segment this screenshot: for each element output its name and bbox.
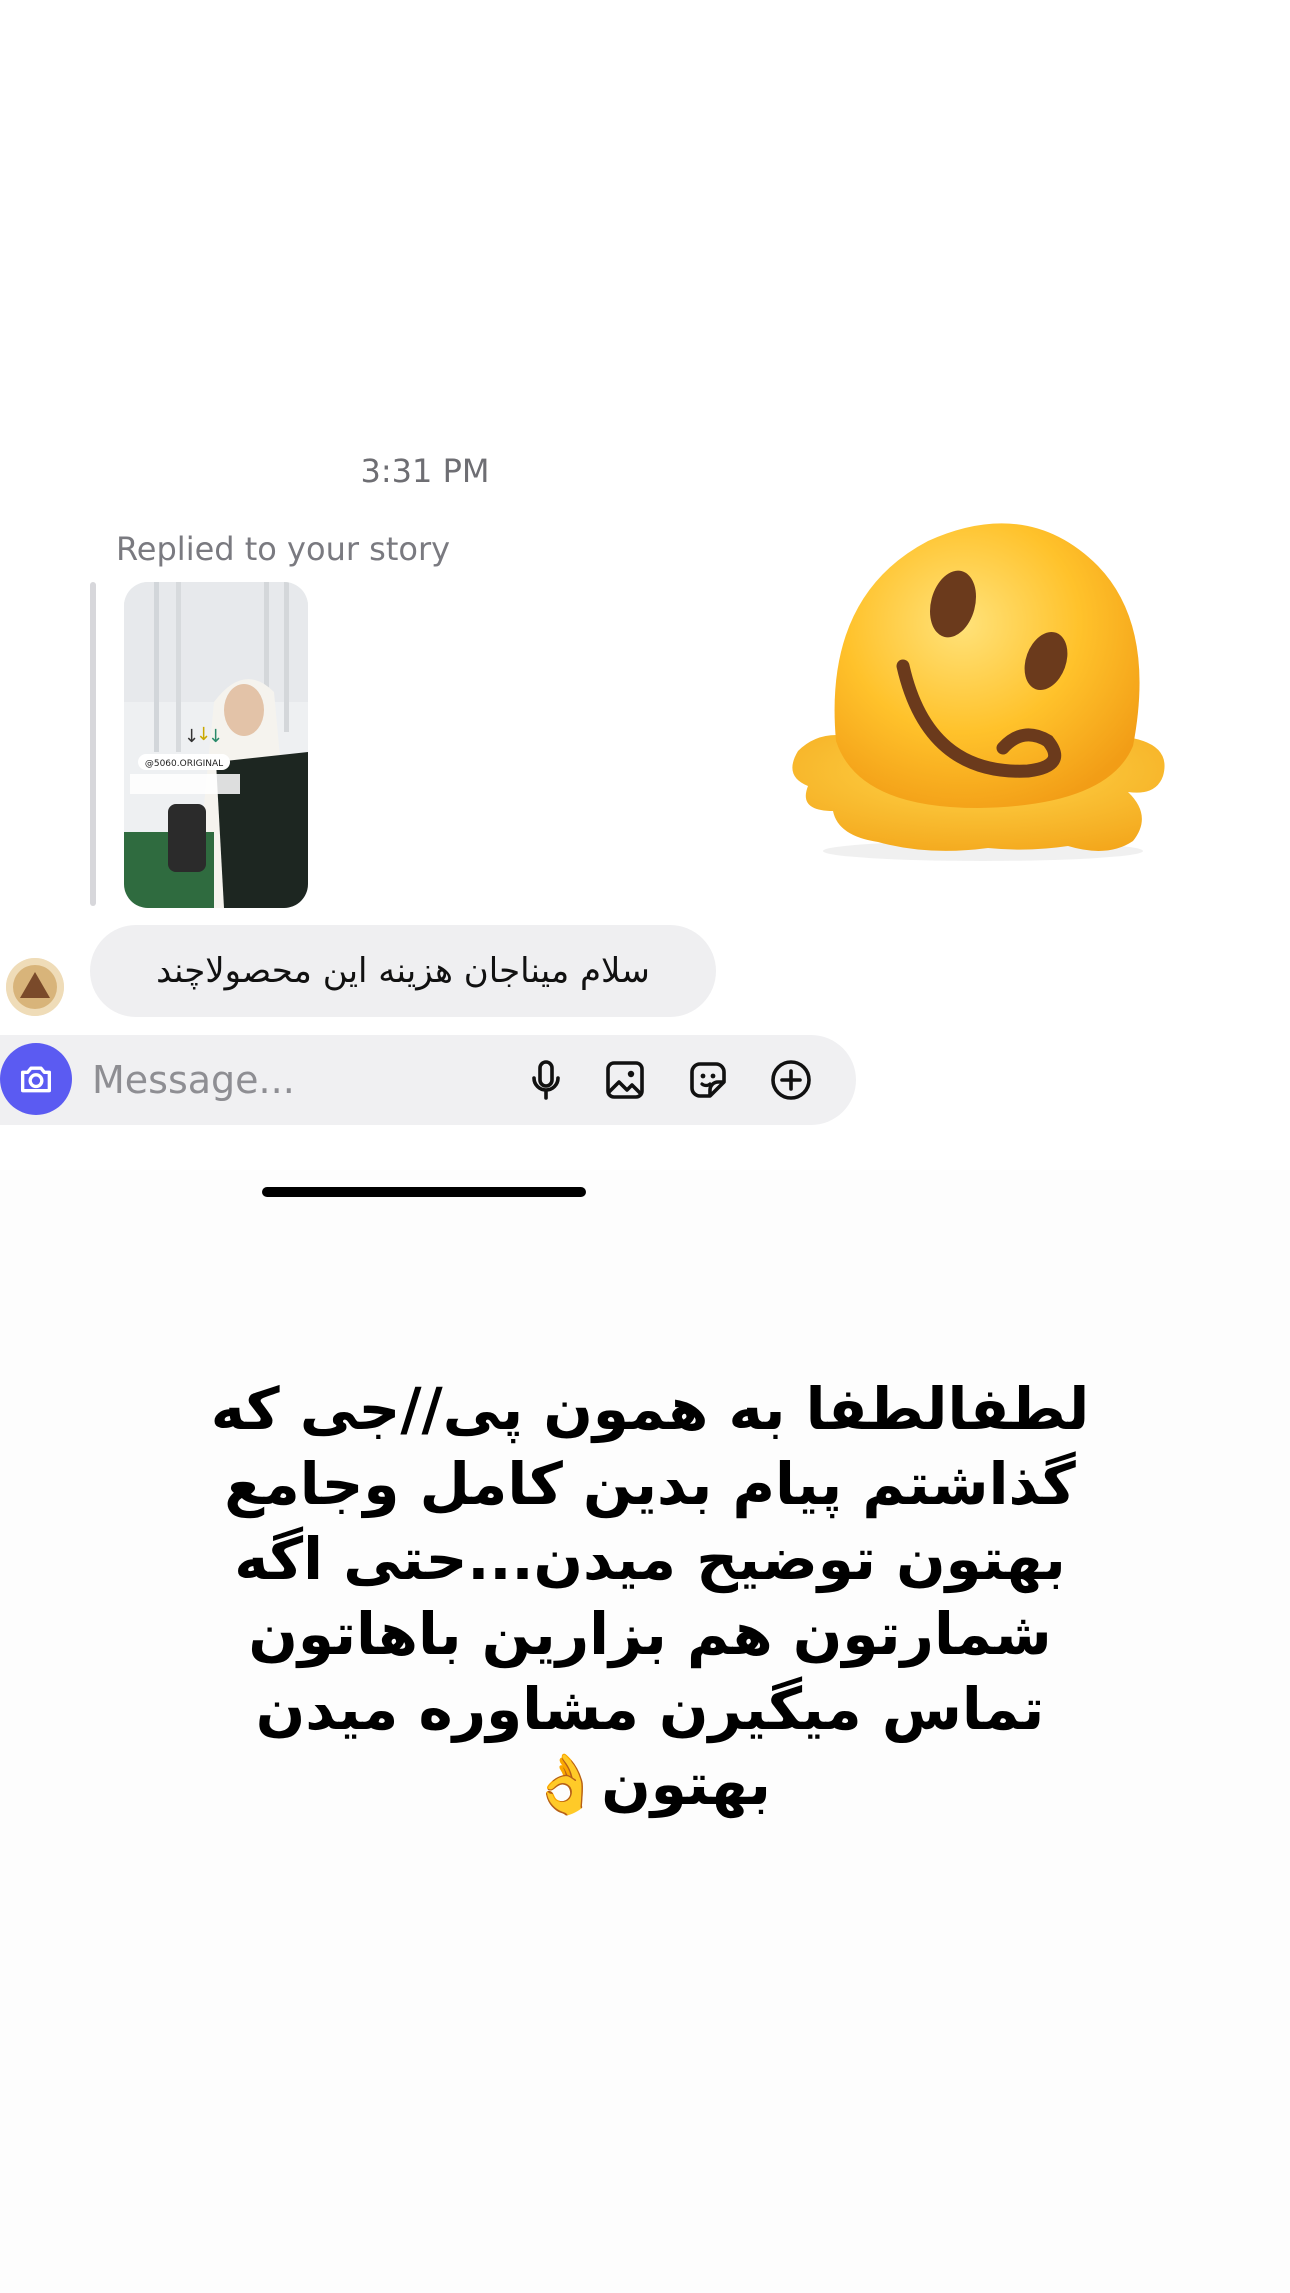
message-input[interactable] [92,1045,492,1115]
reply-indicator-bar [90,582,96,906]
story-caption-text: لطفالطفا به همون پی//جی که گذاشتم پیام ب… [210,1375,1090,1818]
received-message-bubble: سلام میناجان هزینه این محصولاچند [90,925,716,1017]
sender-avatar[interactable] [6,958,64,1016]
plus-icon[interactable] [767,1056,815,1104]
story-thumbnail[interactable]: ↓ ↓ ↓ @5060.ORIGINAL [124,582,308,908]
melting-face-sticker [778,486,1178,866]
message-timestamp: 3:31 PM [360,452,490,490]
svg-text:↓: ↓ [208,726,223,747]
message-composer [0,1035,856,1125]
story-handle: @5060.ORIGINAL [145,759,223,769]
sticker-icon[interactable] [684,1056,732,1104]
camera-button[interactable] [0,1043,72,1115]
gallery-icon[interactable] [601,1056,649,1104]
microphone-icon[interactable] [522,1056,570,1104]
home-indicator [262,1187,586,1197]
camera-icon [21,1066,51,1093]
replied-to-story-label: Replied to your story [116,530,451,568]
